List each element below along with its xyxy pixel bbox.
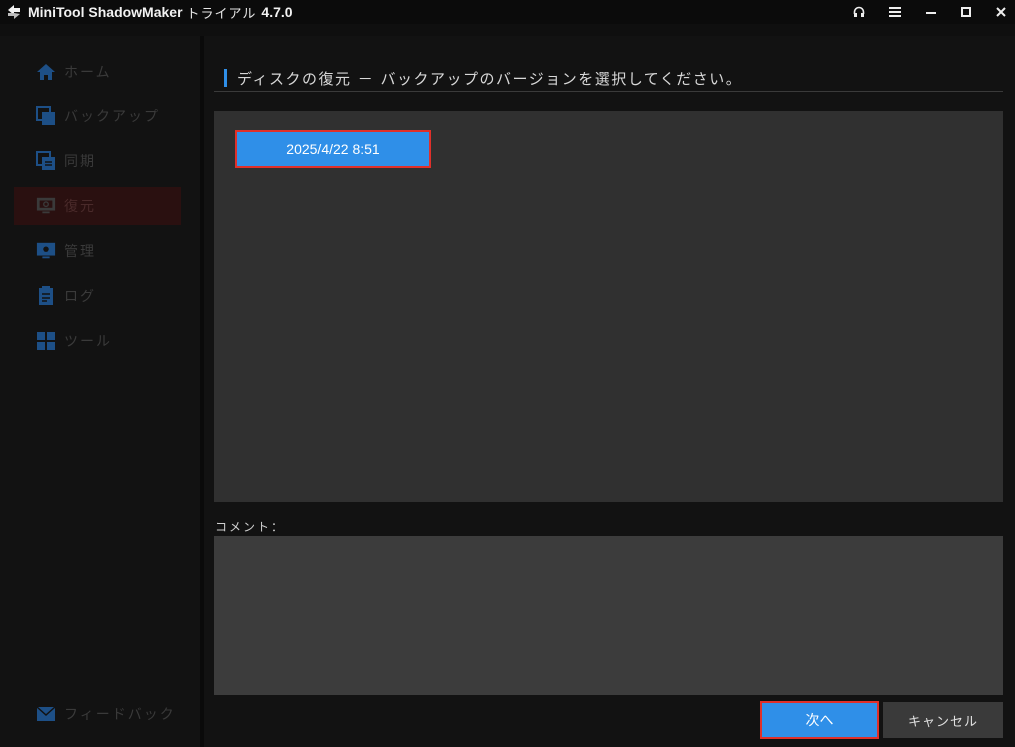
backup-version-list	[214, 111, 1003, 502]
app-version: 4.7.0	[261, 4, 293, 20]
sidebar-item-label: 管理	[64, 244, 96, 260]
sidebar-item-home[interactable]: ホーム	[14, 53, 181, 91]
restore-icon	[36, 196, 56, 216]
log-icon	[36, 286, 56, 306]
title-divider	[214, 91, 1003, 92]
app-logo-icon	[6, 4, 22, 20]
close-icon[interactable]	[984, 0, 1015, 24]
sidebar-item-label: ログ	[64, 289, 96, 305]
sidebar-item-sync[interactable]: 同期	[14, 142, 181, 180]
home-icon	[36, 62, 56, 82]
next-button[interactable]: 次へ	[760, 701, 879, 739]
title-accent-bar	[224, 69, 227, 87]
maximize-icon[interactable]	[949, 0, 983, 24]
backup-version-item[interactable]: 2025/4/22 8:51	[235, 130, 431, 168]
headset-icon[interactable]	[842, 0, 876, 24]
comment-label: コメント：	[215, 520, 286, 534]
feedback-link[interactable]: フィードバック	[14, 695, 181, 733]
sidebar-item-label: ツール	[64, 334, 112, 350]
menu-icon[interactable]	[878, 0, 912, 24]
feedback-label: フィードバック	[64, 707, 176, 723]
sidebar-item-label: バックアップ	[64, 109, 160, 125]
sidebar-item-manage[interactable]: 管理	[14, 232, 181, 270]
trial-label: トライアル	[186, 6, 257, 22]
minimize-icon[interactable]	[914, 0, 948, 24]
page-title: ディスクの復元 － バックアップのバージョンを選択してください。	[224, 67, 742, 89]
comment-field[interactable]	[214, 536, 1003, 695]
app-name: MiniTool ShadowMaker	[28, 4, 183, 20]
sync-icon	[36, 151, 56, 171]
sidebar-item-label: 復元	[64, 199, 96, 215]
sidebar-item-log[interactable]: ログ	[14, 277, 181, 315]
sidebar-item-label: 同期	[64, 154, 96, 170]
page-title-text: ディスクの復元 － バックアップのバージョンを選択してください。	[237, 69, 743, 88]
manage-icon	[36, 241, 56, 261]
backup-icon	[36, 106, 56, 126]
sidebar-item-backup[interactable]: バックアップ	[14, 97, 181, 135]
tools-icon	[36, 331, 56, 351]
mail-icon	[36, 704, 56, 724]
cancel-button[interactable]: キャンセル	[883, 702, 1003, 738]
sidebar-item-tools[interactable]: ツール	[14, 322, 181, 360]
sidebar-item-restore[interactable]: 復元	[14, 187, 181, 225]
sidebar-item-label: ホーム	[64, 65, 112, 81]
